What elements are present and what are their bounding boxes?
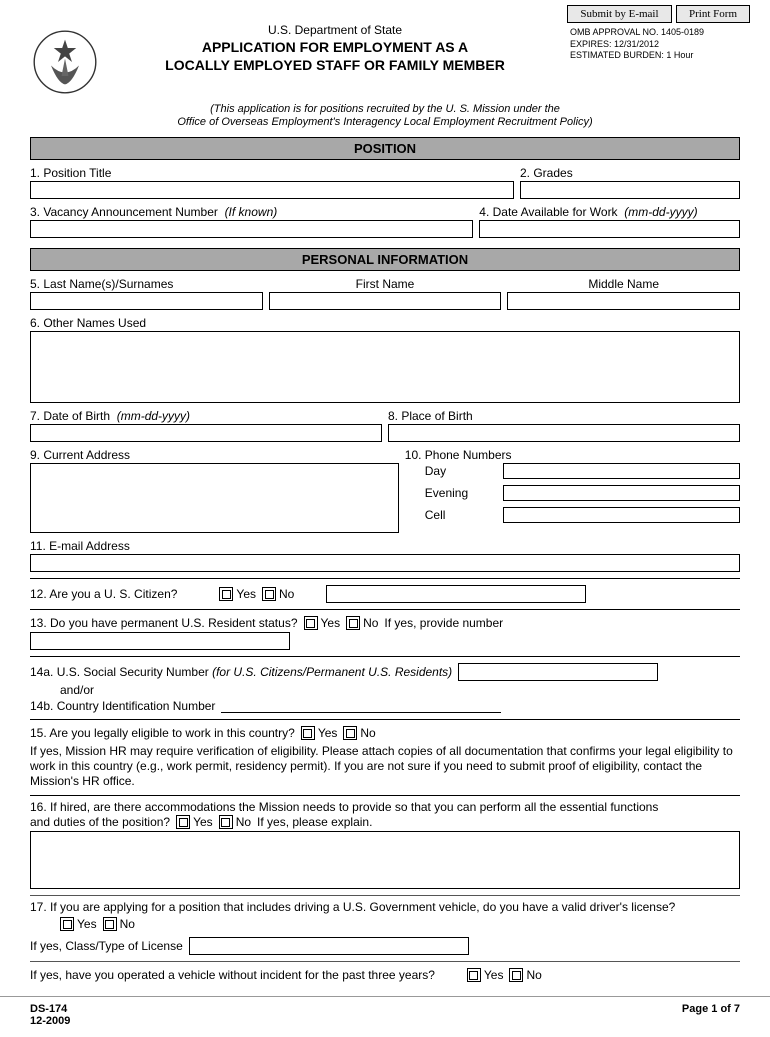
q17b-label: If yes, Class/Type of License bbox=[30, 939, 183, 953]
position-title-input[interactable] bbox=[30, 181, 514, 199]
q14a-label: 14a. U.S. Social Security Number (for U.… bbox=[30, 665, 452, 679]
middle-name-input[interactable] bbox=[507, 292, 740, 310]
dept-label: U.S. Department of State bbox=[100, 23, 570, 37]
phone-cell-label: Cell bbox=[425, 508, 495, 522]
vacancy-number-input[interactable] bbox=[30, 220, 473, 238]
grades-input[interactable] bbox=[520, 181, 740, 199]
q15-no-checkbox[interactable]: No bbox=[343, 726, 375, 740]
q16-no-checkbox[interactable]: No bbox=[219, 815, 251, 829]
q12-label: 12. Are you a U. S. Citizen? bbox=[30, 587, 177, 601]
q5-middle-label: Middle Name bbox=[507, 277, 740, 291]
q7-label: 7. Date of Birth (mm-dd-yyyy) bbox=[30, 409, 382, 423]
q16-yes-checkbox[interactable]: Yes bbox=[176, 815, 213, 829]
q12-no-checkbox[interactable]: No bbox=[262, 587, 294, 601]
q9-label: 9. Current Address bbox=[30, 448, 399, 462]
q4-label: 4. Date Available for Work (mm-dd-yyyy) bbox=[479, 205, 740, 219]
other-names-input[interactable] bbox=[30, 331, 740, 403]
section-personal: PERSONAL INFORMATION bbox=[30, 248, 740, 271]
q13-no-checkbox[interactable]: No bbox=[346, 616, 378, 630]
q11-label: 11. E-mail Address bbox=[30, 539, 740, 553]
q3-label: 3. Vacancy Announcement Number (If known… bbox=[30, 205, 473, 219]
q2-label: 2. Grades bbox=[520, 166, 740, 180]
form-subtitle: (This application is for positions recru… bbox=[30, 103, 740, 129]
address-input[interactable] bbox=[30, 463, 399, 533]
date-available-input[interactable] bbox=[479, 220, 740, 238]
q12-yes-checkbox[interactable]: Yes bbox=[219, 587, 256, 601]
form-title-1: APPLICATION FOR EMPLOYMENT AS A bbox=[100, 39, 570, 57]
q1-label: 1. Position Title bbox=[30, 166, 514, 180]
email-input[interactable] bbox=[30, 554, 740, 572]
omb-block: OMB APPROVAL NO. 1405-0189 EXPIRES: 12/3… bbox=[570, 27, 740, 62]
q6-label: 6. Other Names Used bbox=[30, 316, 740, 330]
q15-yes-checkbox[interactable]: Yes bbox=[301, 726, 338, 740]
q13-yes-checkbox[interactable]: Yes bbox=[304, 616, 341, 630]
q15-note: If yes, Mission HR may require verificat… bbox=[30, 744, 740, 789]
q5-last-label: 5. Last Name(s)/Surnames bbox=[30, 277, 263, 291]
dob-input[interactable] bbox=[30, 424, 382, 442]
q17c-label: If yes, have you operated a vehicle with… bbox=[30, 968, 435, 982]
first-name-input[interactable] bbox=[269, 292, 502, 310]
q17-no-checkbox[interactable]: No bbox=[103, 917, 135, 931]
phone-evening-label: Evening bbox=[425, 486, 495, 500]
q17c-yes-checkbox[interactable]: Yes bbox=[467, 968, 504, 982]
andor-label: and/or bbox=[60, 683, 740, 697]
last-name-input[interactable] bbox=[30, 292, 263, 310]
phone-evening-input[interactable] bbox=[503, 485, 740, 501]
q16-explain-input[interactable] bbox=[30, 831, 740, 889]
place-birth-input[interactable] bbox=[388, 424, 740, 442]
us-seal-icon bbox=[30, 27, 100, 97]
q12-extra-input[interactable] bbox=[326, 585, 586, 603]
q13b-label: If yes, provide number bbox=[384, 616, 503, 630]
q8-label: 8. Place of Birth bbox=[388, 409, 740, 423]
phone-day-label: Day bbox=[425, 464, 495, 478]
resident-number-input[interactable] bbox=[30, 632, 290, 650]
print-form-button[interactable]: Print Form bbox=[676, 5, 750, 23]
phone-cell-input[interactable] bbox=[503, 507, 740, 523]
q14b-label: 14b. Country Identification Number bbox=[30, 699, 215, 713]
license-type-input[interactable] bbox=[189, 937, 469, 955]
q16-label-a: 16. If hired, are there accommodations t… bbox=[30, 800, 740, 815]
q16-label-c: If yes, please explain. bbox=[257, 815, 372, 829]
country-id-input[interactable] bbox=[221, 699, 501, 713]
q17-yes-checkbox[interactable]: Yes bbox=[60, 917, 97, 931]
q17-label: 17. If you are applying for a position t… bbox=[30, 900, 740, 915]
q10-label: 10. Phone Numbers bbox=[405, 448, 740, 462]
q16-label-b: and duties of the position? bbox=[30, 815, 170, 829]
submit-email-button[interactable]: Submit by E-mail bbox=[567, 5, 671, 23]
q5-first-label: First Name bbox=[269, 277, 502, 291]
form-title-2: LOCALLY EMPLOYED STAFF OR FAMILY MEMBER bbox=[100, 57, 570, 75]
q17c-no-checkbox[interactable]: No bbox=[509, 968, 541, 982]
phone-day-input[interactable] bbox=[503, 463, 740, 479]
section-position: POSITION bbox=[30, 137, 740, 160]
q15-label: 15. Are you legally eligible to work in … bbox=[30, 726, 295, 740]
q13-label: 13. Do you have permanent U.S. Resident … bbox=[30, 616, 298, 630]
ssn-input[interactable] bbox=[458, 663, 658, 681]
